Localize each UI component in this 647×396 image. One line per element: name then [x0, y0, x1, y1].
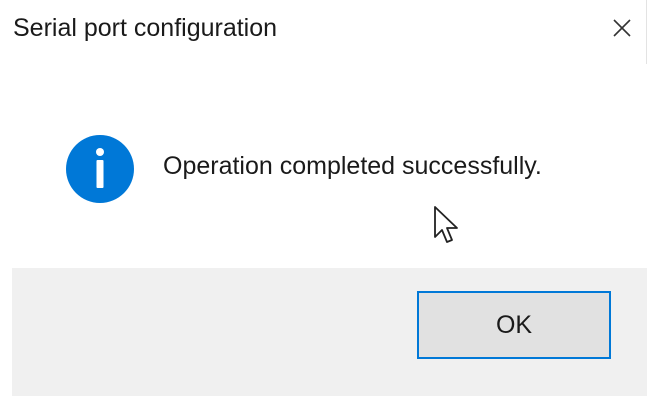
close-icon	[613, 19, 631, 37]
button-bar: OK	[12, 268, 647, 396]
dialog-body: Operation completed successfully.	[0, 64, 647, 268]
title-bar: Serial port configuration	[0, 0, 647, 64]
dialog-message: Operation completed successfully.	[163, 152, 542, 180]
dialog-title: Serial port configuration	[13, 14, 278, 42]
message-dialog: Serial port configuration Operation comp…	[0, 0, 647, 396]
info-icon	[66, 135, 134, 203]
mouse-pointer-icon	[434, 206, 458, 243]
close-button[interactable]	[600, 8, 644, 48]
ok-button[interactable]: OK	[417, 291, 611, 359]
